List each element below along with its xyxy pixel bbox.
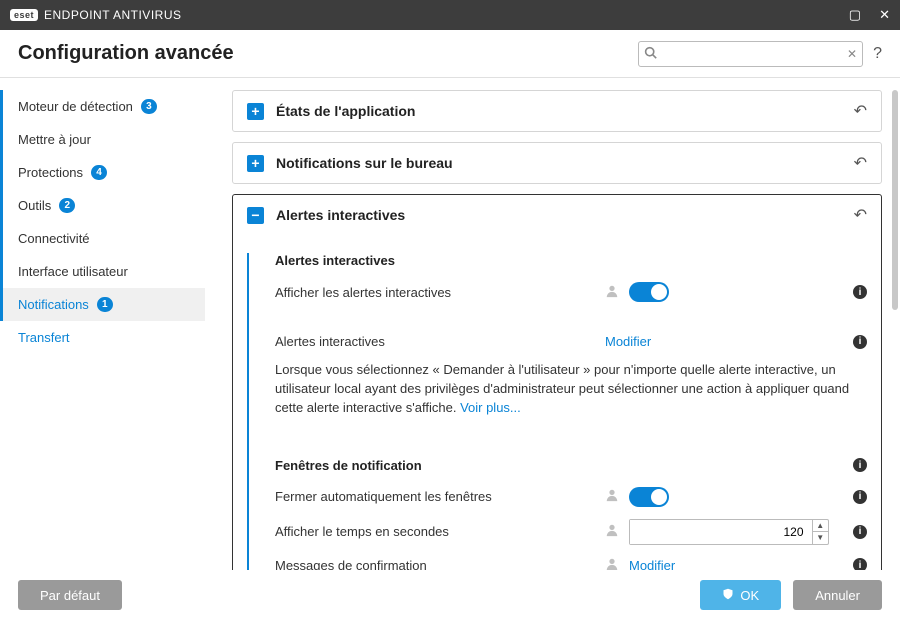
- person-icon: [605, 557, 619, 570]
- info-icon[interactable]: i: [853, 335, 867, 349]
- description-text: Lorsque vous sélectionnez « Demander à l…: [275, 355, 867, 422]
- sidebar-item-update[interactable]: Mettre à jour: [0, 123, 205, 156]
- sidebar-badge: 3: [141, 99, 157, 114]
- section-heading: Fenêtres de notification i: [275, 458, 867, 473]
- sidebar-item-detection-engine[interactable]: Moteur de détection 3: [0, 90, 205, 123]
- row-interactive-alerts-edit: Alertes interactives Modifier i: [275, 328, 867, 355]
- search-icon: [644, 46, 657, 62]
- brand: eset ENDPOINT ANTIVIRUS: [10, 8, 181, 22]
- sidebar: Moteur de détection 3 Mettre à jour Prot…: [0, 78, 205, 570]
- info-icon[interactable]: i: [853, 458, 867, 472]
- info-icon[interactable]: i: [853, 490, 867, 504]
- row-label: Alertes interactives: [275, 334, 605, 349]
- sidebar-item-connectivity[interactable]: Connectivité: [0, 222, 205, 255]
- page-title: Configuration avancée: [18, 42, 234, 65]
- cancel-button[interactable]: Annuler: [793, 580, 882, 610]
- info-icon[interactable]: i: [853, 558, 867, 570]
- row-label: Messages de confirmation: [275, 558, 605, 570]
- revert-icon[interactable]: ↶: [854, 153, 867, 173]
- sidebar-item-notifications[interactable]: Notifications 1: [0, 288, 205, 321]
- row-label: Fermer automatiquement les fenêtres: [275, 489, 605, 504]
- sidebar-item-label: Mettre à jour: [18, 132, 91, 147]
- row-show-interactive-alerts: Afficher les alertes interactives i: [275, 276, 867, 308]
- sidebar-item-label: Transfert: [18, 330, 70, 345]
- row-autoclose-windows: Fermer automatiquement les fenêtres i: [275, 481, 867, 513]
- panel-app-states: + États de l'application ↶: [232, 90, 882, 132]
- window-controls: ▢ ✕: [849, 7, 890, 23]
- scrollbar[interactable]: [892, 90, 898, 310]
- expand-icon: +: [247, 103, 264, 120]
- panel-desktop-notifications: + Notifications sur le bureau ↶: [232, 142, 882, 184]
- sidebar-item-tools[interactable]: Outils 2: [0, 189, 205, 222]
- search-field: ✕: [638, 41, 863, 67]
- info-icon[interactable]: i: [853, 525, 867, 539]
- titlebar: eset ENDPOINT ANTIVIRUS ▢ ✕: [0, 0, 900, 30]
- content-area: + États de l'application ↶ + Notificatio…: [205, 78, 900, 570]
- toggle-show-alerts[interactable]: [629, 282, 669, 302]
- row-confirmation-messages: Messages de confirmation Modifier i: [275, 551, 867, 570]
- clear-search-icon[interactable]: ✕: [847, 47, 857, 61]
- number-input-wrap: ▲ ▼: [629, 519, 829, 545]
- sidebar-item-label: Protections: [18, 165, 83, 180]
- toggle-autoclose[interactable]: [629, 487, 669, 507]
- panel-title: Notifications sur le bureau: [276, 155, 453, 171]
- sidebar-badge: 1: [97, 297, 113, 312]
- see-more-link[interactable]: Voir plus...: [460, 400, 521, 415]
- person-icon: [605, 284, 619, 301]
- section-heading: Alertes interactives: [275, 253, 867, 268]
- expand-icon: +: [247, 155, 264, 172]
- panel-title: Alertes interactives: [276, 207, 405, 223]
- panel-header-app-states[interactable]: + États de l'application ↶: [233, 91, 881, 131]
- header: Configuration avancée ✕ ?: [0, 30, 900, 78]
- sidebar-item-transfer[interactable]: Transfert: [0, 321, 205, 354]
- search-input[interactable]: [638, 41, 863, 67]
- row-label: Afficher le temps en secondes: [275, 524, 605, 539]
- sidebar-item-label: Moteur de détection: [18, 99, 133, 114]
- revert-icon[interactable]: ↶: [854, 205, 867, 225]
- panel-interactive-alerts: − Alertes interactives ↶ Alertes interac…: [232, 194, 882, 570]
- info-icon[interactable]: i: [853, 285, 867, 299]
- panel-header-interactive-alerts[interactable]: − Alertes interactives ↶: [233, 195, 881, 235]
- sidebar-item-label: Interface utilisateur: [18, 264, 128, 279]
- collapse-icon: −: [247, 207, 264, 224]
- footer: Par défaut OK Annuler: [0, 570, 900, 620]
- person-icon: [605, 523, 619, 540]
- row-time-seconds: Afficher le temps en secondes ▲ ▼: [275, 513, 867, 551]
- maximize-icon[interactable]: ▢: [849, 7, 861, 23]
- edit-link[interactable]: Modifier: [629, 558, 675, 570]
- sidebar-item-label: Connectivité: [18, 231, 90, 246]
- sidebar-item-label: Notifications: [18, 297, 89, 312]
- sidebar-item-user-interface[interactable]: Interface utilisateur: [0, 255, 205, 288]
- stepper-down-icon[interactable]: ▼: [813, 532, 828, 544]
- revert-icon[interactable]: ↶: [854, 101, 867, 121]
- sidebar-item-label: Outils: [18, 198, 51, 213]
- product-name: ENDPOINT ANTIVIRUS: [44, 8, 181, 22]
- shield-icon: [722, 588, 734, 603]
- person-icon: [605, 488, 619, 505]
- time-seconds-input[interactable]: [630, 520, 812, 544]
- panel-header-desktop-notifications[interactable]: + Notifications sur le bureau ↶: [233, 143, 881, 183]
- panel-title: États de l'application: [276, 103, 415, 119]
- edit-link[interactable]: Modifier: [605, 334, 651, 349]
- default-button[interactable]: Par défaut: [18, 580, 122, 610]
- brand-pill: eset: [10, 9, 38, 21]
- row-label: Afficher les alertes interactives: [275, 285, 605, 300]
- help-icon[interactable]: ?: [873, 45, 882, 63]
- ok-button[interactable]: OK: [700, 580, 781, 610]
- sidebar-badge: 4: [91, 165, 107, 180]
- close-icon[interactable]: ✕: [879, 7, 890, 23]
- stepper-up-icon[interactable]: ▲: [813, 520, 828, 533]
- sidebar-item-protections[interactable]: Protections 4: [0, 156, 205, 189]
- sidebar-badge: 2: [59, 198, 75, 213]
